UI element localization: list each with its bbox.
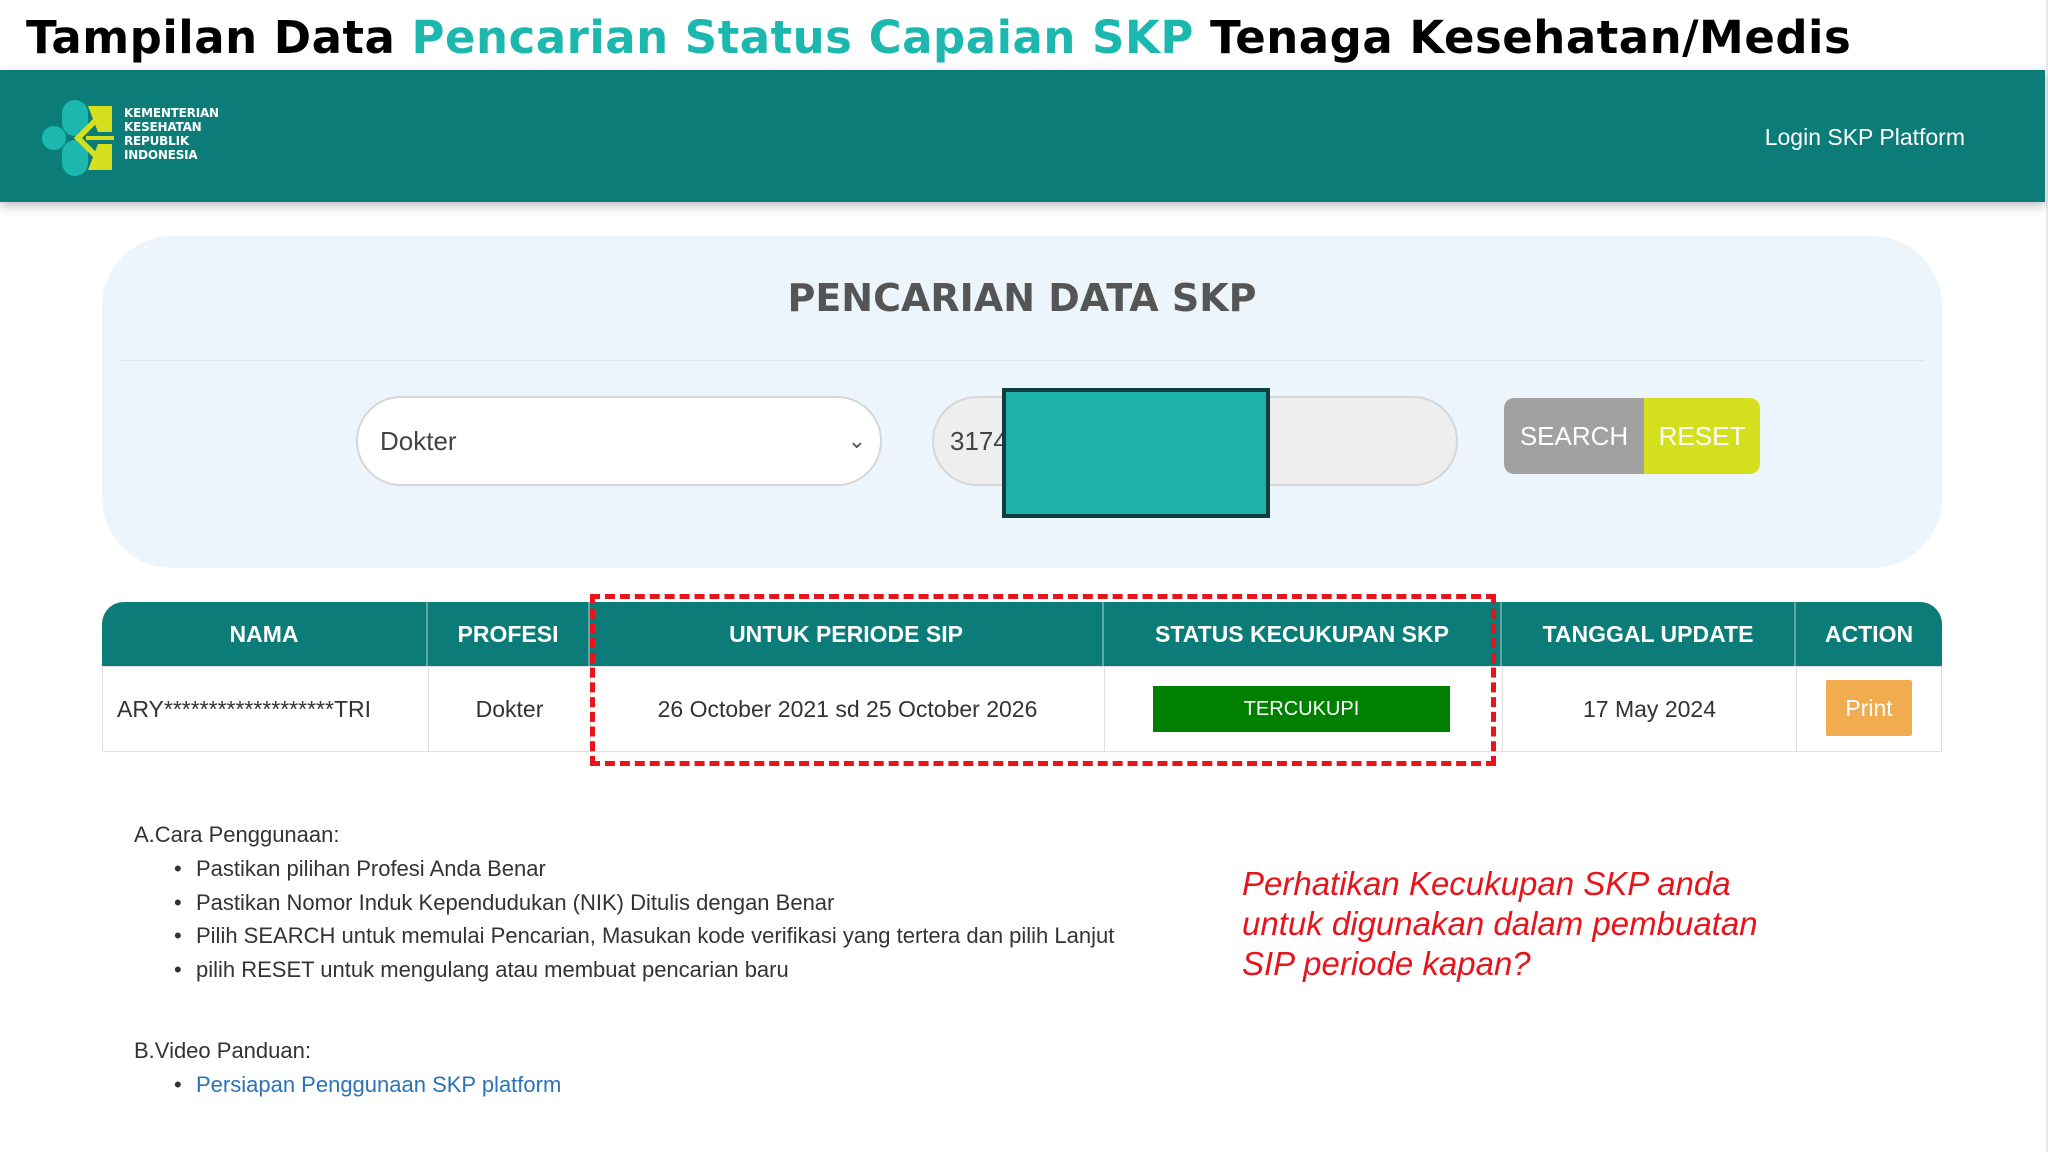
list-item: pilih RESET untuk mengulang atau membuat… (174, 953, 1114, 987)
kemenkes-logo-icon (42, 100, 114, 176)
column-header-action: ACTION (1824, 621, 1914, 647)
cell-profesi: Dokter (429, 667, 591, 751)
annotation-note: Perhatikan Kecukupan SKP anda untuk digu… (1242, 864, 1842, 984)
slide-title-prefix: Tampilan Data (26, 11, 412, 64)
annotation-line: Perhatikan Kecukupan SKP anda (1242, 865, 1731, 902)
guide-b-heading: B.Video Panduan: (134, 1038, 311, 1063)
column-header-profesi: PROFESI (428, 602, 590, 666)
divider (120, 360, 1924, 361)
usage-guide: A.Cara Penggunaan: Pastikan pilihan Prof… (134, 818, 1114, 986)
annotation-line: untuk digunakan dalam pembuatan (1242, 905, 1758, 942)
guide-b-list: Persiapan Penggunaan SKP platform (174, 1068, 561, 1102)
list-item: Pilih SEARCH untuk memulai Pencarian, Ma… (174, 919, 1114, 953)
chevron-down-icon: ⌄ (847, 428, 866, 453)
reset-button[interactable]: RESET (1644, 398, 1760, 474)
search-button[interactable]: SEARCH (1504, 398, 1644, 474)
video-guide: B.Video Panduan: Persiapan Penggunaan SK… (134, 1034, 561, 1102)
slide-title-highlight: Pencarian Status Capaian SKP (411, 11, 1194, 64)
column-header-tanggal: TANGGAL UPDATE (1502, 602, 1796, 666)
search-title: PENCARIAN DATA SKP (787, 276, 1257, 320)
login-link[interactable]: Login SKP Platform (1765, 120, 1965, 154)
column-header-nama: NAMA (102, 602, 428, 666)
nik-input-value: 3174 (950, 426, 1008, 456)
top-navbar: KEMENTERIAN KESEHATAN REPUBLIK INDONESIA… (0, 70, 2045, 202)
list-item: Pastikan Nomor Induk Kependudukan (NIK) … (174, 886, 1114, 920)
profesi-selected-value: Dokter (380, 426, 457, 456)
guide-a-heading: A.Cara Penggunaan: (134, 822, 340, 847)
redaction-box (1002, 388, 1270, 518)
logo-wordmark: KEMENTERIAN KESEHATAN REPUBLIK INDONESIA (124, 106, 234, 162)
logo-line: INDONESIA (124, 148, 198, 162)
video-guide-link[interactable]: Persiapan Penggunaan SKP platform (196, 1072, 561, 1097)
highlight-annotation-box (590, 594, 1496, 766)
logo-line: KESEHATAN (124, 120, 202, 134)
logo-line: REPUBLIK (124, 134, 189, 148)
cell-tanggal: 17 May 2024 (1503, 667, 1797, 751)
print-button[interactable]: Print (1826, 680, 1912, 736)
logo-line: KEMENTERIAN (124, 106, 219, 120)
cell-nama: ARY*******************TRI (103, 667, 429, 751)
list-item: Pastikan pilihan Profesi Anda Benar (174, 852, 1114, 886)
profesi-select[interactable]: Dokter ⌄ (356, 396, 882, 486)
slide-title-suffix: Tenaga Kesehatan/Medis (1193, 11, 1852, 64)
annotation-line: SIP periode kapan? (1242, 945, 1531, 982)
search-panel: PENCARIAN DATA SKP Dokter ⌄ 3174 SEARCH … (102, 236, 1942, 568)
list-item: Persiapan Penggunaan SKP platform (174, 1068, 561, 1102)
guide-a-list: Pastikan pilihan Profesi Anda Benar Past… (174, 852, 1114, 987)
slide-title: Tampilan Data Pencarian Status Capaian S… (26, 8, 1851, 68)
